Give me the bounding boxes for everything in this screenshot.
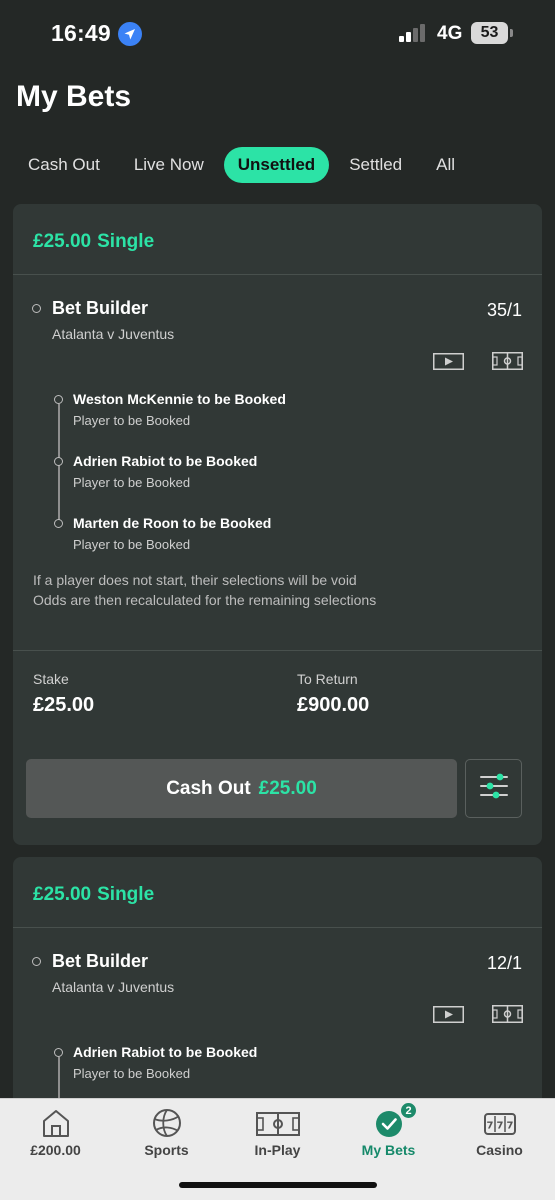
stake-value: £25.00 (33, 694, 95, 716)
bet-stake-header: £25.00 (33, 884, 92, 905)
network-type: 4G (437, 23, 463, 44)
live-stream-icon[interactable] (433, 1006, 464, 1023)
selection-marker-icon (54, 519, 63, 528)
selection-name: Adrien Rabiot to be Booked (73, 1044, 258, 1060)
sliders-icon (479, 771, 509, 806)
bet-odds: 12/1 (486, 953, 522, 973)
selection-market: Player to be Booked (73, 413, 191, 428)
nav-my-bets[interactable]: 2 My Bets (333, 1099, 444, 1169)
match-name: Atalanta v Juventus (52, 326, 175, 342)
tab-all[interactable]: All (422, 147, 469, 183)
battery-tip (510, 29, 513, 37)
match-tracker-icon[interactable] (492, 352, 523, 370)
divider (13, 927, 542, 928)
to-return-value: £900.00 (297, 694, 370, 716)
nav-label: Casino (476, 1142, 523, 1158)
leg-marker-icon (32, 957, 41, 966)
bet-builder-title: Bet Builder (52, 298, 149, 318)
nav-home[interactable]: £200.00 (0, 1099, 111, 1169)
selection-name: Weston McKennie to be Booked (73, 391, 286, 407)
nav-casino[interactable]: 777 Casino (444, 1099, 555, 1169)
leg-marker-icon (32, 304, 41, 313)
home-icon (39, 1107, 73, 1139)
tab-unsettled[interactable]: Unsettled (223, 147, 330, 183)
cash-out-label: Cash Out (166, 777, 251, 799)
match-name: Atalanta v Juventus (52, 979, 175, 995)
cellular-signal-icon (399, 24, 429, 42)
void-rule-line-1: If a player does not start, their select… (33, 572, 357, 588)
home-indicator (179, 1182, 377, 1188)
svg-text:7: 7 (486, 1121, 493, 1132)
to-return-label: To Return (297, 671, 358, 687)
page: 16:49 4G 53 My Bets Cash Out Live Now Un… (0, 0, 555, 1200)
tab-settled[interactable]: Settled (335, 147, 416, 183)
live-stream-icon[interactable] (433, 353, 464, 370)
selection-name: Marten de Roon to be Booked (73, 515, 272, 531)
battery-icon: 53 (471, 22, 513, 44)
selection-market: Player to be Booked (73, 537, 191, 552)
selection-marker-icon (54, 395, 63, 404)
bet-card-header: £25.00 Single (33, 884, 154, 906)
void-rule-line-2: Odds are then recalculated for the remai… (33, 592, 377, 608)
match-tracker-icon[interactable] (492, 1005, 523, 1023)
tab-cash-out[interactable]: Cash Out (14, 147, 114, 183)
slot-machine-icon: 777 (482, 1107, 518, 1139)
my-bets-count-badge: 2 (400, 1102, 417, 1119)
bet-type: Single (97, 884, 155, 905)
tab-live-now[interactable]: Live Now (120, 147, 218, 183)
selection-market: Player to be Booked (73, 475, 191, 490)
bet-card: £25.00 Single Bet Builder 35/1 Atalanta v… (13, 204, 542, 845)
bet-filter-tabs: Cash Out Live Now Unsettled Settled All (14, 147, 469, 183)
football-icon (150, 1107, 184, 1139)
selection-name: Adrien Rabiot to be Booked (73, 453, 258, 469)
bet-odds: 35/1 (486, 300, 522, 320)
bet-card-header: £25.00 Single (33, 231, 154, 253)
svg-text:7: 7 (506, 1121, 513, 1132)
cash-out-button[interactable]: Cash Out £25.00 (26, 759, 457, 818)
status-bar: 16:49 4G 53 (0, 0, 555, 66)
bet-builder-title: Bet Builder (52, 951, 149, 971)
selection-marker-icon (54, 457, 63, 466)
partial-cashout-button[interactable] (465, 759, 522, 818)
nav-label: In-Play (254, 1142, 301, 1158)
stake-label: Stake (33, 671, 69, 687)
battery-level: 53 (471, 22, 508, 44)
cash-out-amount: £25.00 (258, 777, 317, 799)
bet-stake-header: £25.00 (33, 231, 92, 252)
nav-in-play[interactable]: In-Play (222, 1099, 333, 1169)
svg-text:7: 7 (496, 1121, 503, 1132)
page-title: My Bets (16, 80, 132, 113)
void-rule-note: If a player does not start, their select… (33, 570, 376, 610)
nav-sports[interactable]: Sports (111, 1099, 222, 1169)
selection-marker-icon (54, 1048, 63, 1057)
divider (13, 650, 542, 651)
bet-type: Single (97, 231, 155, 252)
status-time: 16:49 (51, 20, 111, 46)
pitch-icon (255, 1107, 300, 1139)
divider (13, 274, 542, 275)
location-arrow-icon (118, 22, 142, 46)
nav-label: £200.00 (30, 1142, 81, 1158)
nav-label: My Bets (361, 1142, 416, 1158)
nav-label: Sports (144, 1142, 189, 1158)
selection-market: Player to be Booked (73, 1066, 191, 1081)
